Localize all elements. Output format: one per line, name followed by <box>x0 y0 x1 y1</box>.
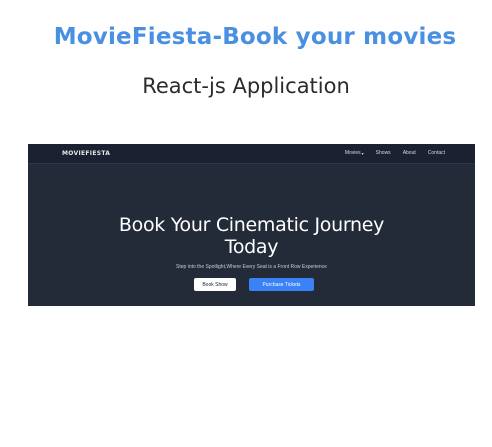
page-subtitle: React-js Application <box>142 74 350 98</box>
nav-item-label: Shows <box>375 150 391 156</box>
nav-item-movies[interactable]: Movies ▾ <box>345 150 364 156</box>
nav-item-shows[interactable]: Shows <box>376 150 391 156</box>
book-show-button[interactable]: Book Show <box>194 278 236 291</box>
hero-title-line1: Book Your Cinematic Journey <box>118 214 385 236</box>
nav-menu: Movies ▾ Shows About Contact <box>345 150 445 156</box>
navbar: MOVIEFIESTA Movies ▾ Shows About Contact <box>28 144 475 164</box>
nav-item-label: Movies <box>344 150 361 156</box>
logo[interactable]: MOVIEFIESTA <box>62 150 110 157</box>
nav-item-label: About <box>402 150 416 156</box>
hero-subtitle: Step into the Spotlight,Where Every Seat… <box>176 264 327 270</box>
nav-item-contact[interactable]: Contact <box>428 150 445 156</box>
purchase-tickets-button[interactable]: Purchase Tickets <box>249 278 314 291</box>
nav-item-label: Contact <box>427 150 445 156</box>
page-title: MovieFiesta-Book your movies <box>53 24 457 50</box>
nav-item-about[interactable]: About <box>403 150 416 156</box>
app-screenshot: MOVIEFIESTA Movies ▾ Shows About Contact… <box>28 144 475 306</box>
chevron-down-icon: ▾ <box>361 150 364 156</box>
hero-title-line2: Today <box>224 236 279 258</box>
hero-title: Book Your Cinematic Journey Today <box>28 214 475 258</box>
